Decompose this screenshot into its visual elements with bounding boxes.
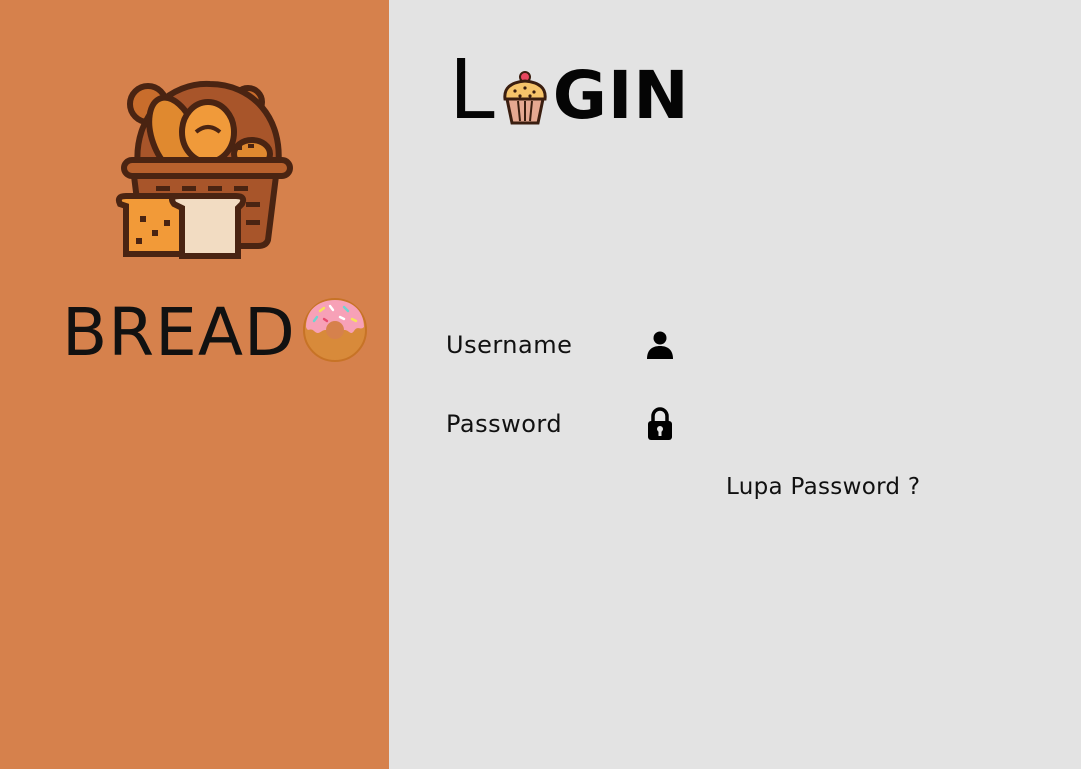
title-end: GIN [552, 57, 690, 134]
password-field: Password [446, 406, 918, 442]
username-field: Username [446, 327, 918, 363]
user-icon [644, 327, 676, 363]
donut-icon [302, 297, 368, 363]
title-start: L [449, 43, 495, 138]
cupcake-icon [501, 71, 549, 127]
forgot-password-link[interactable]: Lupa Password ? [726, 474, 920, 500]
brand-panel: BREAD [0, 0, 389, 769]
username-label: Username [446, 331, 573, 359]
lock-icon [644, 406, 676, 442]
password-label: Password [446, 410, 563, 438]
brand-logo: BREAD [62, 290, 368, 370]
password-input[interactable] [694, 407, 918, 441]
bread-basket-icon [112, 74, 298, 264]
brand-name: BREAD [62, 294, 296, 371]
page-title: L GIN [449, 42, 690, 132]
username-input[interactable] [694, 328, 918, 362]
